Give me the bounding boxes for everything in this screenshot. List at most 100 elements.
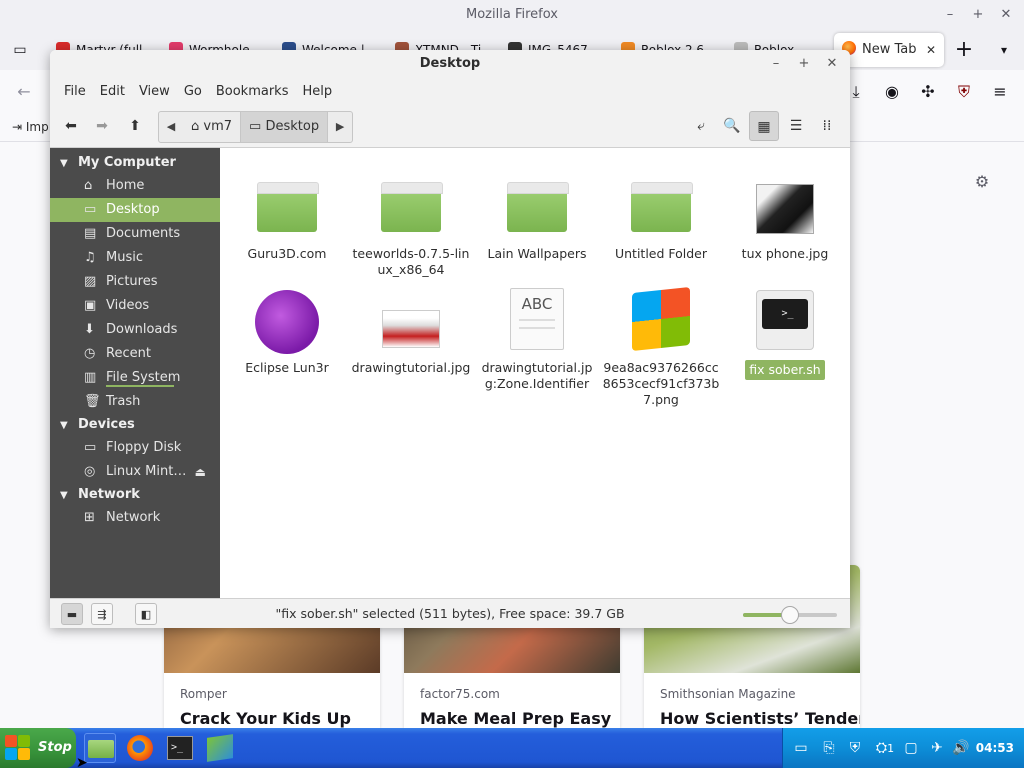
desktop-icon: ▭ [84,202,97,217]
menu-help[interactable]: Help [295,84,339,99]
ublock-icon[interactable]: ⛨ [950,78,978,106]
shield-icon[interactable]: ⛨ [845,738,865,758]
taskbar-file-manager[interactable] [84,733,116,763]
file-name: Guru3D.com [247,246,327,261]
list-view-icon[interactable]: ☰ [781,111,811,141]
start-button[interactable]: Stop [0,728,76,768]
file-item[interactable]: ABC drawingtutorial.jpg:Zone.Identifier [477,288,597,392]
new-tab-plus-icon[interactable]: + [950,36,978,64]
extensions-icon[interactable]: ✣ [914,78,942,106]
breadcrumb-right-icon[interactable]: ▶ [328,112,352,142]
sidebar-item-label: File System [106,370,181,385]
file-item[interactable]: >_ fix sober.sh [725,288,845,380]
minimize-icon[interactable]: – [766,54,786,74]
minimize-icon[interactable]: – [940,5,960,25]
sidebar-section-label: Devices [78,417,135,432]
sidebar-item-filesystem[interactable]: ▥ File System [50,366,220,390]
sidebar-item-downloads[interactable]: ⬇ Downloads [50,318,220,342]
maximize-icon[interactable]: + [794,54,814,74]
updates-icon[interactable]: ⛭1 [871,738,899,758]
music-icon: ♫ [84,250,96,265]
videos-icon: ▣ [84,298,97,313]
file-item[interactable]: tux phone.jpg [725,174,845,262]
sidebar-item-disc[interactable]: ◎ Linux Mint… ⏏ [50,460,220,484]
sidebar-item-music[interactable]: ♫ Music [50,246,220,270]
menu-edit[interactable]: Edit [93,84,132,99]
account-icon[interactable]: ◉ [878,78,906,106]
zoom-slider[interactable] [743,606,837,624]
image-thumbnail-icon [252,288,322,354]
menu-hamburger-icon[interactable]: ≡ [986,78,1014,106]
close-icon[interactable]: ✕ [822,54,842,74]
image-thumbnail-icon [750,174,820,240]
expander-icon[interactable]: ▼ [60,485,78,507]
file-name: fix sober.sh [745,360,825,380]
zoom-slider-handle[interactable] [781,606,799,624]
clipboard-icon[interactable]: ⎘ [819,738,839,758]
app-icon [207,734,233,762]
display-icon[interactable]: ▭ [791,738,811,758]
taskbar-terminal[interactable]: >_ [164,733,196,763]
sidebar-item-trash[interactable]: 🗑 Trash [50,390,220,414]
icon-view-icon[interactable]: ▦ [749,111,779,141]
folder-item[interactable]: teeworlds-0.7.5-linux_x86_64 [351,174,471,278]
list-tabs-chevron-icon[interactable]: ▾ [990,36,1018,64]
sidebar-item-recent[interactable]: ◷ Recent [50,342,220,366]
taskbar-app[interactable] [204,733,236,763]
show-treeview-icon[interactable]: ⇶ [91,603,113,625]
up-icon[interactable]: ⬆ [120,111,150,141]
sidebar-section-devices[interactable]: ▼ Devices [50,414,220,436]
hide-sidebar-icon[interactable]: ◧ [135,603,157,625]
sidebar-item-pictures[interactable]: ▨ Pictures [50,270,220,294]
close-tab-icon[interactable]: ✕ [926,33,936,67]
close-icon[interactable]: ✕ [996,5,1016,25]
eject-icon[interactable]: ⏏ [195,460,206,484]
sidebar-item-network[interactable]: ⊞ Network [50,506,220,530]
breadcrumb-home[interactable]: ⌂ vm7 [183,112,242,142]
desktop-icon: ▭ [249,119,262,134]
network-icon[interactable]: ✈ [927,738,947,758]
compact-view-icon[interactable]: ⁞⁞ [812,111,842,141]
sidebar-section-label: My Computer [78,155,176,170]
expander-icon[interactable]: ▼ [60,415,78,437]
back-arrow-icon[interactable]: ← [10,78,38,106]
sidebar-item-floppy[interactable]: ▭ Floppy Disk [50,436,220,460]
volume-icon[interactable]: 🔊 [951,738,971,758]
folder-item[interactable]: Untitled Folder [601,174,721,262]
search-icon[interactable]: 🔍 [717,111,747,141]
menu-bookmarks[interactable]: Bookmarks [209,84,296,99]
settings-gear-icon[interactable]: ⚙ [968,168,996,196]
tab-new-tab[interactable]: New Tab ✕ [834,33,944,67]
back-icon[interactable]: ⬅ [56,111,86,141]
menu-go[interactable]: Go [177,84,209,99]
file-item[interactable]: 9ea8ac9376266cc8653cecf91cf373b7.png [601,286,721,408]
file-item[interactable]: Eclipse Lun3r [227,288,347,376]
clock[interactable]: 04:53 [976,728,1014,768]
sidebar-item-label: Recent [106,346,151,361]
folder-item[interactable]: Guru3D.com [227,174,347,262]
taskbar-firefox[interactable] [124,733,156,763]
sidebar-section-label: Network [78,487,140,502]
menu-view[interactable]: View [132,84,177,99]
toggle-location-icon[interactable]: ⤶ [686,111,716,141]
folder-item[interactable]: Lain Wallpapers [477,174,597,262]
menu-file[interactable]: File [57,84,93,99]
forward-icon[interactable]: ➡ [87,111,117,141]
monitor-icon[interactable]: ▢ [901,738,921,758]
file-item[interactable]: drawingtutorial.jpg [351,288,471,376]
sidebar-section-network[interactable]: ▼ Network [50,484,220,506]
sidebar-item-home[interactable]: ⌂ Home [50,174,220,198]
file-name: Lain Wallpapers [487,246,587,261]
show-places-icon[interactable]: ▬ [61,603,83,625]
sidebar-section-my-computer[interactable]: ▼ My Computer [50,152,220,174]
maximize-icon[interactable]: + [968,5,988,25]
sidebar-item-documents[interactable]: ▤ Documents [50,222,220,246]
firefox-view-icon[interactable]: ▭ [6,36,34,64]
breadcrumb-current[interactable]: ▭ Desktop [241,112,329,142]
sidebar-item-desktop[interactable]: ▭ Desktop [50,198,220,222]
breadcrumb-left-icon[interactable]: ◀ [159,112,183,142]
expander-icon[interactable]: ▼ [60,153,78,175]
bookmark-import[interactable]: ⇥ Imp [12,120,49,134]
sidebar-item-videos[interactable]: ▣ Videos [50,294,220,318]
story-source: factor75.com [420,687,500,701]
